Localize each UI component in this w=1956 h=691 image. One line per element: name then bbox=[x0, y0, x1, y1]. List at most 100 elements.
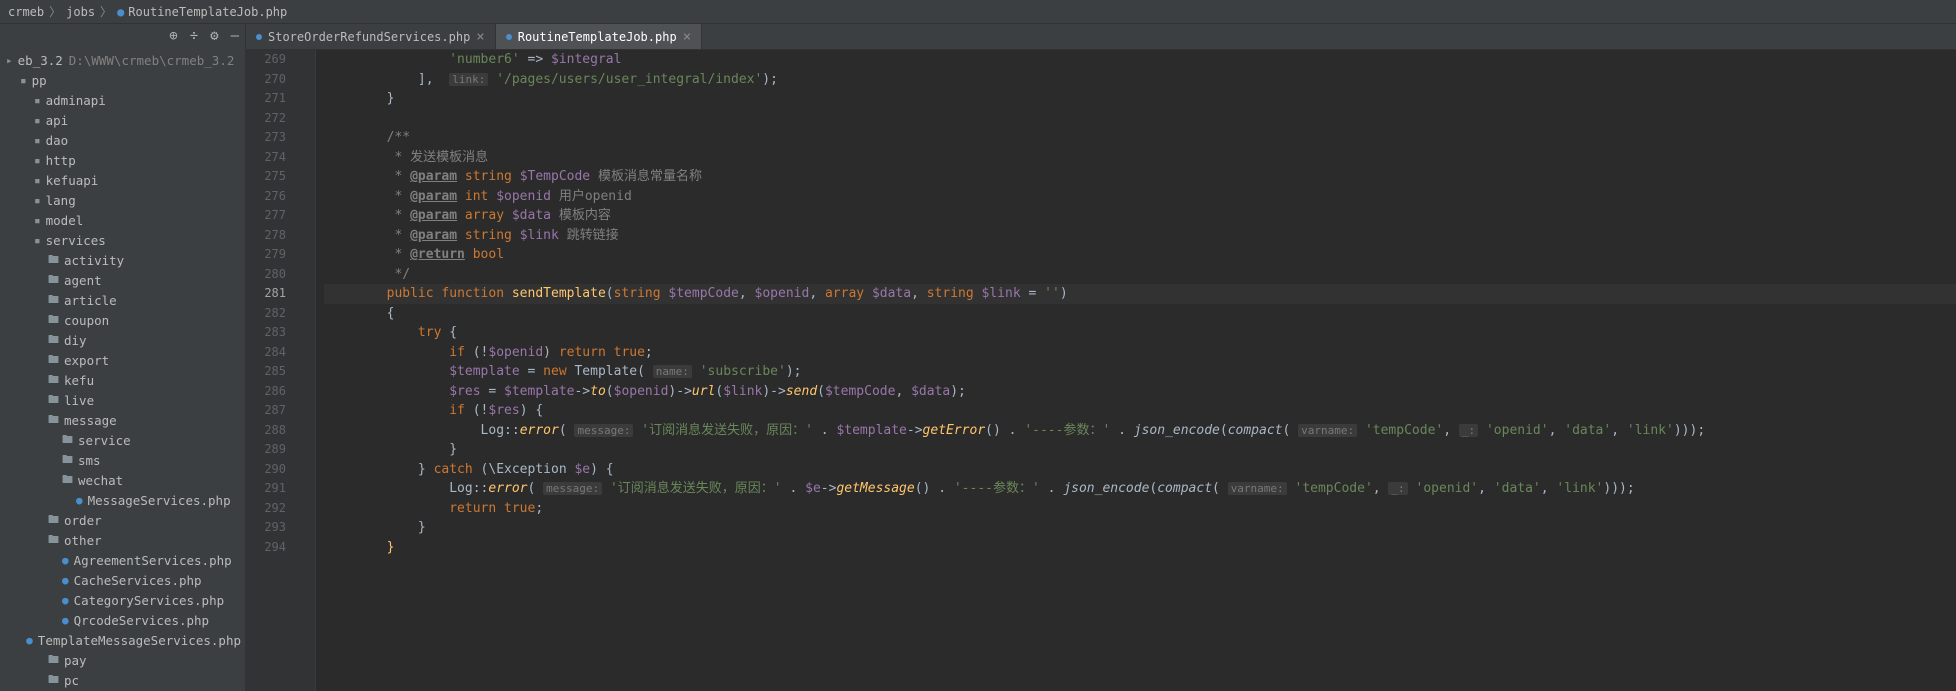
line-number[interactable]: 292 bbox=[246, 499, 286, 519]
divide-icon[interactable]: ÷ bbox=[190, 28, 198, 44]
close-icon[interactable]: × bbox=[476, 29, 484, 45]
tree-item-service[interactable]: 🖿service bbox=[0, 430, 245, 450]
line-number[interactable]: 284 bbox=[246, 343, 286, 363]
tree-item-agent[interactable]: 🖿agent bbox=[0, 270, 245, 290]
hide-icon[interactable]: — bbox=[231, 28, 239, 44]
tree-item-message[interactable]: 🖿message bbox=[0, 410, 245, 430]
tree-item-sms[interactable]: 🖿sms bbox=[0, 450, 245, 470]
tree-item-adminapi[interactable]: ▪adminapi bbox=[0, 90, 245, 110]
code-line[interactable]: $template = new Template( name: 'subscri… bbox=[324, 362, 1956, 382]
line-number[interactable]: 282 bbox=[246, 304, 286, 324]
line-number[interactable]: 270 bbox=[246, 70, 286, 90]
tree-item-model[interactable]: ▪model bbox=[0, 210, 245, 230]
line-number[interactable]: 293 bbox=[246, 518, 286, 538]
tab-storeorderrefundservices-php[interactable]: StoreOrderRefundServices.php× bbox=[246, 24, 496, 49]
code-line[interactable]: } bbox=[324, 518, 1956, 538]
code-line[interactable]: Log::error( message: '订阅消息发送失败，原因：' . $e… bbox=[324, 479, 1956, 499]
tree-item-pc[interactable]: 🖿pc bbox=[0, 670, 245, 690]
code-line[interactable]: } bbox=[324, 89, 1956, 109]
line-number[interactable]: 291 bbox=[246, 479, 286, 499]
code-line[interactable]: return true; bbox=[324, 499, 1956, 519]
folder-open-icon: 🖿 bbox=[48, 531, 59, 550]
line-number[interactable]: 283 bbox=[246, 323, 286, 343]
line-number[interactable]: 273 bbox=[246, 128, 286, 148]
line-number[interactable]: 285 bbox=[246, 362, 286, 382]
code-line[interactable]: Log::error( message: '订阅消息发送失败，原因：' . $t… bbox=[324, 421, 1956, 441]
breadcrumb-part[interactable]: jobs bbox=[66, 5, 95, 19]
line-number[interactable]: 272 bbox=[246, 109, 286, 129]
gear-icon[interactable]: ⚙ bbox=[210, 28, 218, 44]
code-line[interactable]: try { bbox=[324, 323, 1956, 343]
line-number[interactable]: 294 bbox=[246, 538, 286, 558]
line-number[interactable]: 286 bbox=[246, 382, 286, 402]
code-line[interactable]: * @param string $link 跳转链接 bbox=[324, 226, 1956, 246]
code-line[interactable]: $res = $template->to($openid)->url($link… bbox=[324, 382, 1956, 402]
tree-item-coupon[interactable]: 🖿coupon bbox=[0, 310, 245, 330]
code-line[interactable]: ], link: '/pages/users/user_integral/ind… bbox=[324, 70, 1956, 90]
code-line[interactable]: */ bbox=[324, 265, 1956, 285]
line-number[interactable]: 269 bbox=[246, 50, 286, 70]
tree-item-messageservices-php[interactable]: ●MessageServices.php bbox=[0, 490, 245, 510]
tab-routinetemplatejob-php[interactable]: RoutineTemplateJob.php× bbox=[496, 24, 702, 49]
line-number[interactable]: 288 bbox=[246, 421, 286, 441]
line-number[interactable]: 289 bbox=[246, 440, 286, 460]
tree-item-api[interactable]: ▪api bbox=[0, 110, 245, 130]
code-line[interactable]: } bbox=[324, 440, 1956, 460]
code-line[interactable]: * @param array $data 模板内容 bbox=[324, 206, 1956, 226]
tree-item-eb-3-2[interactable]: ▸eb_3.2D:\WWW\crmeb\crmeb_3.2 bbox=[0, 50, 245, 70]
fold-column[interactable] bbox=[304, 50, 316, 691]
tree-item-diy[interactable]: 🖿diy bbox=[0, 330, 245, 350]
tree-item-pp[interactable]: ▪pp bbox=[0, 70, 245, 90]
line-number[interactable]: 279 bbox=[246, 245, 286, 265]
tree-item-templatemessageservices-php[interactable]: ●TemplateMessageServices.php bbox=[0, 630, 245, 650]
line-number[interactable]: 280 bbox=[246, 265, 286, 285]
tree-item-other[interactable]: 🖿other bbox=[0, 530, 245, 550]
tree-item-cacheservices-php[interactable]: ●CacheServices.php bbox=[0, 570, 245, 590]
tree-item-article[interactable]: 🖿article bbox=[0, 290, 245, 310]
breadcrumb-part[interactable]: crmeb bbox=[8, 5, 44, 19]
line-number[interactable]: 277 bbox=[246, 206, 286, 226]
breadcrumb-file[interactable]: RoutineTemplateJob.php bbox=[128, 5, 287, 19]
line-number[interactable]: 271 bbox=[246, 89, 286, 109]
code-line[interactable]: if (!$openid) return true; bbox=[324, 343, 1956, 363]
tree-item-http[interactable]: ▪http bbox=[0, 150, 245, 170]
tree-item-wechat[interactable]: 🖿wechat bbox=[0, 470, 245, 490]
line-number[interactable]: 281 bbox=[246, 284, 286, 304]
line-number[interactable]: 287 bbox=[246, 401, 286, 421]
line-number[interactable]: 278 bbox=[246, 226, 286, 246]
tree-item-kefuapi[interactable]: ▪kefuapi bbox=[0, 170, 245, 190]
code-content[interactable]: 'number6' => $integral ], link: '/pages/… bbox=[316, 50, 1956, 691]
tree-item-order[interactable]: 🖿order bbox=[0, 510, 245, 530]
tree-item-activity[interactable]: 🖿activity bbox=[0, 250, 245, 270]
line-number[interactable]: 274 bbox=[246, 148, 286, 168]
tree-item-export[interactable]: 🖿export bbox=[0, 350, 245, 370]
code-line[interactable] bbox=[324, 109, 1956, 129]
tree-item-dao[interactable]: ▪dao bbox=[0, 130, 245, 150]
code-line[interactable]: if (!$res) { bbox=[324, 401, 1956, 421]
code-line[interactable]: 'number6' => $integral bbox=[324, 50, 1956, 70]
tree-item-kefu[interactable]: 🖿kefu bbox=[0, 370, 245, 390]
tree-item-live[interactable]: 🖿live bbox=[0, 390, 245, 410]
code-line[interactable]: public function sendTemplate(string $tem… bbox=[324, 284, 1956, 304]
project-tree[interactable]: ▸eb_3.2D:\WWW\crmeb\crmeb_3.2▪pp▪adminap… bbox=[0, 48, 245, 691]
target-icon[interactable]: ⊕ bbox=[169, 28, 177, 44]
code-line[interactable]: * @return bool bbox=[324, 245, 1956, 265]
code-line[interactable]: { bbox=[324, 304, 1956, 324]
tree-item-services[interactable]: ▪services bbox=[0, 230, 245, 250]
tree-item-qrcodeservices-php[interactable]: ●QrcodeServices.php bbox=[0, 610, 245, 630]
code-line[interactable]: } catch (\Exception $e) { bbox=[324, 460, 1956, 480]
code-line[interactable]: /** bbox=[324, 128, 1956, 148]
code-line[interactable]: * 发送模板消息 bbox=[324, 148, 1956, 168]
tree-item-pay[interactable]: 🖿pay bbox=[0, 650, 245, 670]
code-line[interactable]: * @param string $TempCode 模板消息常量名称 bbox=[324, 167, 1956, 187]
code-line[interactable]: * @param int $openid 用户openid bbox=[324, 187, 1956, 207]
line-number[interactable]: 290 bbox=[246, 460, 286, 480]
close-icon[interactable]: × bbox=[683, 29, 691, 45]
tree-item-agreementservices-php[interactable]: ●AgreementServices.php bbox=[0, 550, 245, 570]
php-file-icon bbox=[506, 34, 512, 40]
code-line[interactable]: } bbox=[324, 538, 1956, 558]
line-number[interactable]: 275 bbox=[246, 167, 286, 187]
tree-item-categoryservices-php[interactable]: ●CategoryServices.php bbox=[0, 590, 245, 610]
tree-item-lang[interactable]: ▪lang bbox=[0, 190, 245, 210]
line-number[interactable]: 276 bbox=[246, 187, 286, 207]
